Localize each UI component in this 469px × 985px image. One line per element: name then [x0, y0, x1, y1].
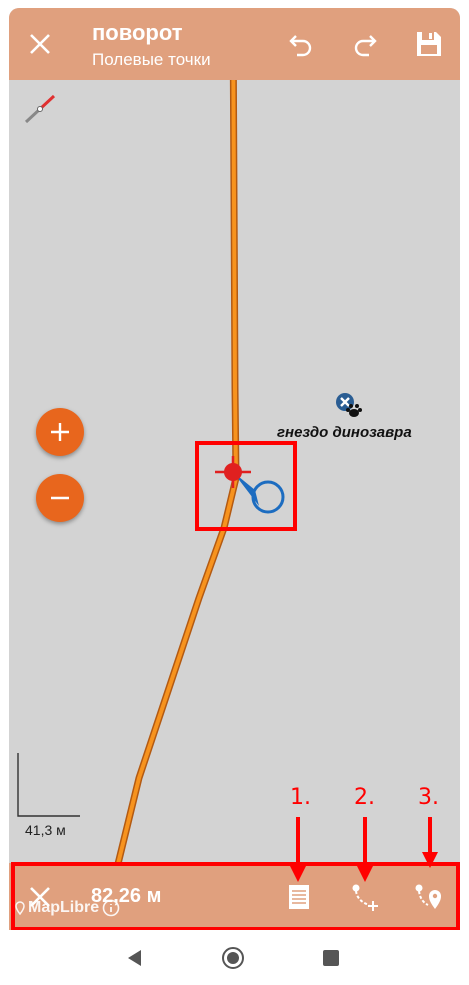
nav-back-button[interactable] — [117, 940, 153, 976]
close-icon — [30, 34, 50, 54]
plus-icon — [51, 423, 69, 441]
compass-icon[interactable] — [23, 92, 57, 126]
step-label-2: 2. — [354, 785, 375, 810]
scale-bar — [17, 753, 81, 817]
page-subtitle: Полевые точки — [92, 50, 211, 69]
nav-home-button[interactable] — [215, 940, 251, 976]
zoom-out-button[interactable] — [36, 474, 84, 522]
save-icon — [417, 32, 441, 56]
poi-paw-icon[interactable] — [334, 391, 364, 421]
recents-square-icon — [323, 950, 339, 966]
redo-button[interactable] — [343, 22, 387, 66]
save-button[interactable] — [407, 22, 451, 66]
scale-label: 41,3 м — [25, 822, 66, 838]
redo-icon — [354, 35, 377, 57]
zoom-in-button[interactable] — [36, 408, 84, 456]
close-button[interactable] — [18, 22, 62, 66]
undo-button[interactable] — [279, 22, 323, 66]
back-triangle-icon — [128, 950, 141, 966]
page-title: поворот — [92, 20, 183, 45]
undo-icon — [289, 35, 312, 57]
top-toolbar: поворот Полевые точки — [9, 8, 460, 80]
nav-recents-button[interactable] — [313, 940, 349, 976]
home-circle-icon — [222, 947, 244, 969]
step-label-1: 1. — [290, 785, 311, 810]
system-nav-bar — [0, 930, 469, 985]
poi-label: гнездо динозавра — [277, 424, 412, 441]
highlight-box-toolbar — [11, 862, 460, 931]
step-label-3: 3. — [418, 785, 439, 810]
minus-icon — [51, 496, 69, 500]
highlight-box-marker — [195, 441, 297, 531]
